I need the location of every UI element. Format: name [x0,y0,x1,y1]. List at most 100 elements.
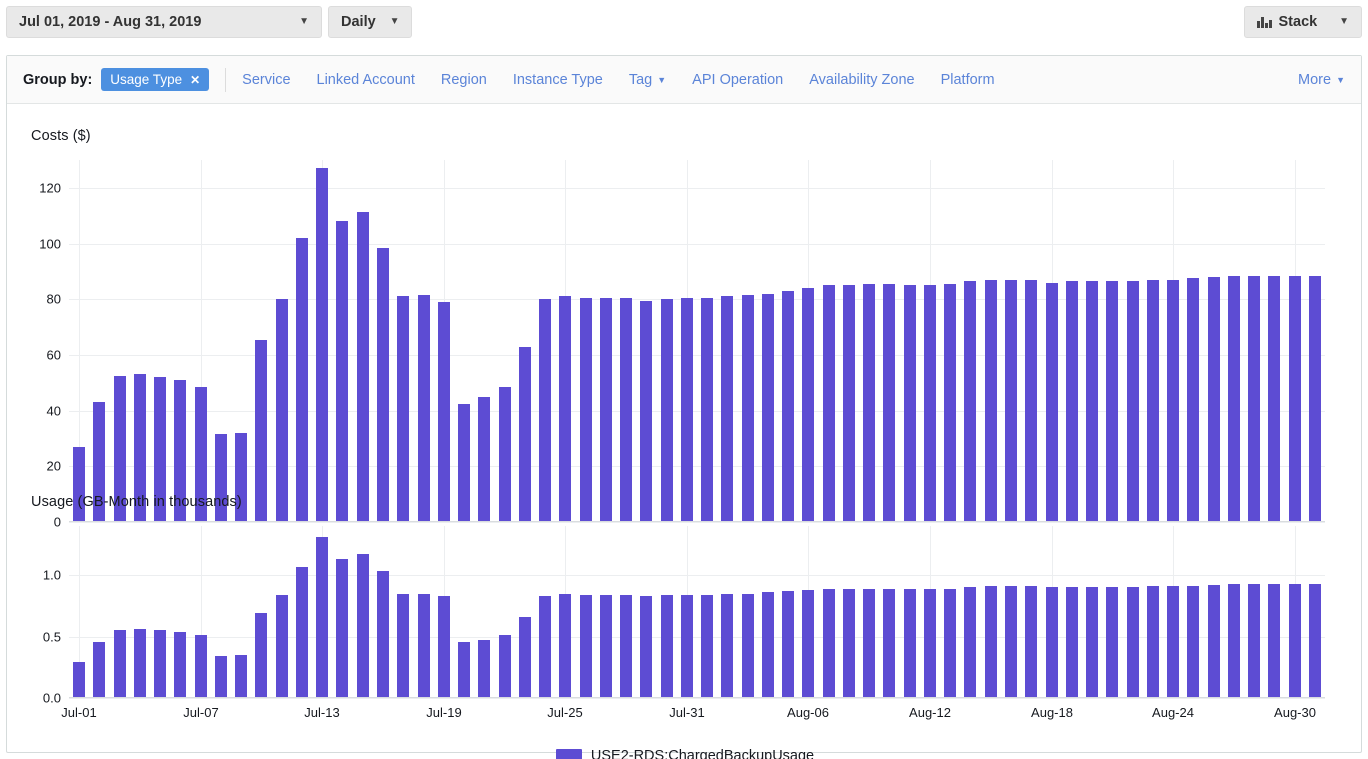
bar[interactable] [478,396,490,522]
bar[interactable] [1046,282,1058,522]
bar[interactable] [640,596,652,698]
bar[interactable] [883,588,895,698]
bar[interactable] [964,587,976,698]
group-by-option-availability-zone[interactable]: Availability Zone [809,72,914,88]
bar[interactable] [620,594,632,698]
bar[interactable] [1187,278,1199,522]
bar[interactable] [357,211,369,522]
bar[interactable] [1005,279,1017,522]
bar[interactable] [1127,281,1139,522]
bar[interactable] [1066,281,1078,522]
bar[interactable] [1268,275,1280,522]
bar[interactable] [1228,583,1240,698]
bar[interactable] [1208,276,1220,522]
bar[interactable] [1025,279,1037,522]
bar[interactable] [215,656,227,698]
bar[interactable] [1086,281,1098,522]
bar[interactable] [1268,583,1280,698]
bar[interactable] [1086,587,1098,698]
group-by-option-linked-account[interactable]: Linked Account [317,72,415,88]
bar[interactable] [195,635,207,698]
bar[interactable] [883,283,895,522]
bar[interactable] [296,566,308,698]
bar[interactable] [661,594,673,698]
bar[interactable] [924,588,936,698]
bar[interactable] [802,288,814,522]
bar[interactable] [418,295,430,522]
bar[interactable] [519,346,531,522]
bar[interactable] [721,296,733,522]
bar[interactable] [661,299,673,522]
bar[interactable] [802,589,814,698]
bar[interactable] [843,285,855,522]
bar[interactable] [114,630,126,698]
bar[interactable] [782,290,794,522]
bar[interactable] [580,297,592,522]
bar[interactable] [73,446,85,522]
bar[interactable] [904,285,916,522]
bar[interactable] [357,554,369,698]
bar[interactable] [762,293,774,522]
bar[interactable] [336,221,348,522]
bar[interactable] [1147,586,1159,698]
bar[interactable] [924,285,936,522]
bar[interactable] [701,297,713,522]
bar[interactable] [985,586,997,698]
bar[interactable] [235,655,247,698]
bar[interactable] [1228,275,1240,522]
bar[interactable] [1309,583,1321,698]
bar[interactable] [1127,587,1139,698]
bar[interactable] [863,588,875,698]
bar[interactable] [742,593,754,698]
granularity-button[interactable]: Daily ▼ [328,6,412,38]
bar[interactable] [580,594,592,698]
group-by-option-tag[interactable]: Tag ▼ [629,72,666,88]
bar[interactable] [1248,583,1260,698]
group-by-option-service[interactable]: Service [242,72,290,88]
bar[interactable] [93,641,105,698]
bar[interactable] [1025,586,1037,698]
bar[interactable] [1208,584,1220,698]
bar[interactable] [600,594,612,698]
bar[interactable] [438,302,450,522]
bar[interactable] [600,297,612,522]
bar[interactable] [73,662,85,698]
stack-button[interactable]: Stack ▼ [1244,6,1362,38]
bar[interactable] [782,591,794,698]
bar[interactable] [640,300,652,522]
bar[interactable] [316,168,328,522]
bar[interactable] [681,297,693,522]
bar[interactable] [255,339,267,522]
bar[interactable] [559,296,571,522]
bar[interactable] [823,588,835,698]
bar[interactable] [964,281,976,522]
bar[interactable] [276,299,288,522]
bar[interactable] [620,297,632,522]
bar[interactable] [721,593,733,698]
bar[interactable] [1147,279,1159,522]
bar[interactable] [134,629,146,698]
bar[interactable] [255,613,267,698]
bar[interactable] [499,635,511,698]
bar[interactable] [1005,586,1017,698]
group-by-option-platform[interactable]: Platform [941,72,995,88]
bar[interactable] [843,588,855,698]
bar[interactable] [701,594,713,698]
bar[interactable] [174,631,186,698]
bar[interactable] [904,588,916,698]
bar[interactable] [458,403,470,522]
bar[interactable] [539,299,551,522]
group-by-option-region[interactable]: Region [441,72,487,88]
bar[interactable] [559,593,571,698]
bar[interactable] [539,596,551,698]
bar[interactable] [154,630,166,698]
bar[interactable] [1046,587,1058,698]
bar[interactable] [438,596,450,698]
bar[interactable] [1106,281,1118,522]
bar[interactable] [478,640,490,698]
group-by-option-instance-type[interactable]: Instance Type [513,72,603,88]
bar[interactable] [1289,275,1301,522]
bar[interactable] [762,592,774,698]
bar[interactable] [1167,279,1179,522]
date-range-button[interactable]: Jul 01, 2019 - Aug 31, 2019 ▼ [6,6,322,38]
